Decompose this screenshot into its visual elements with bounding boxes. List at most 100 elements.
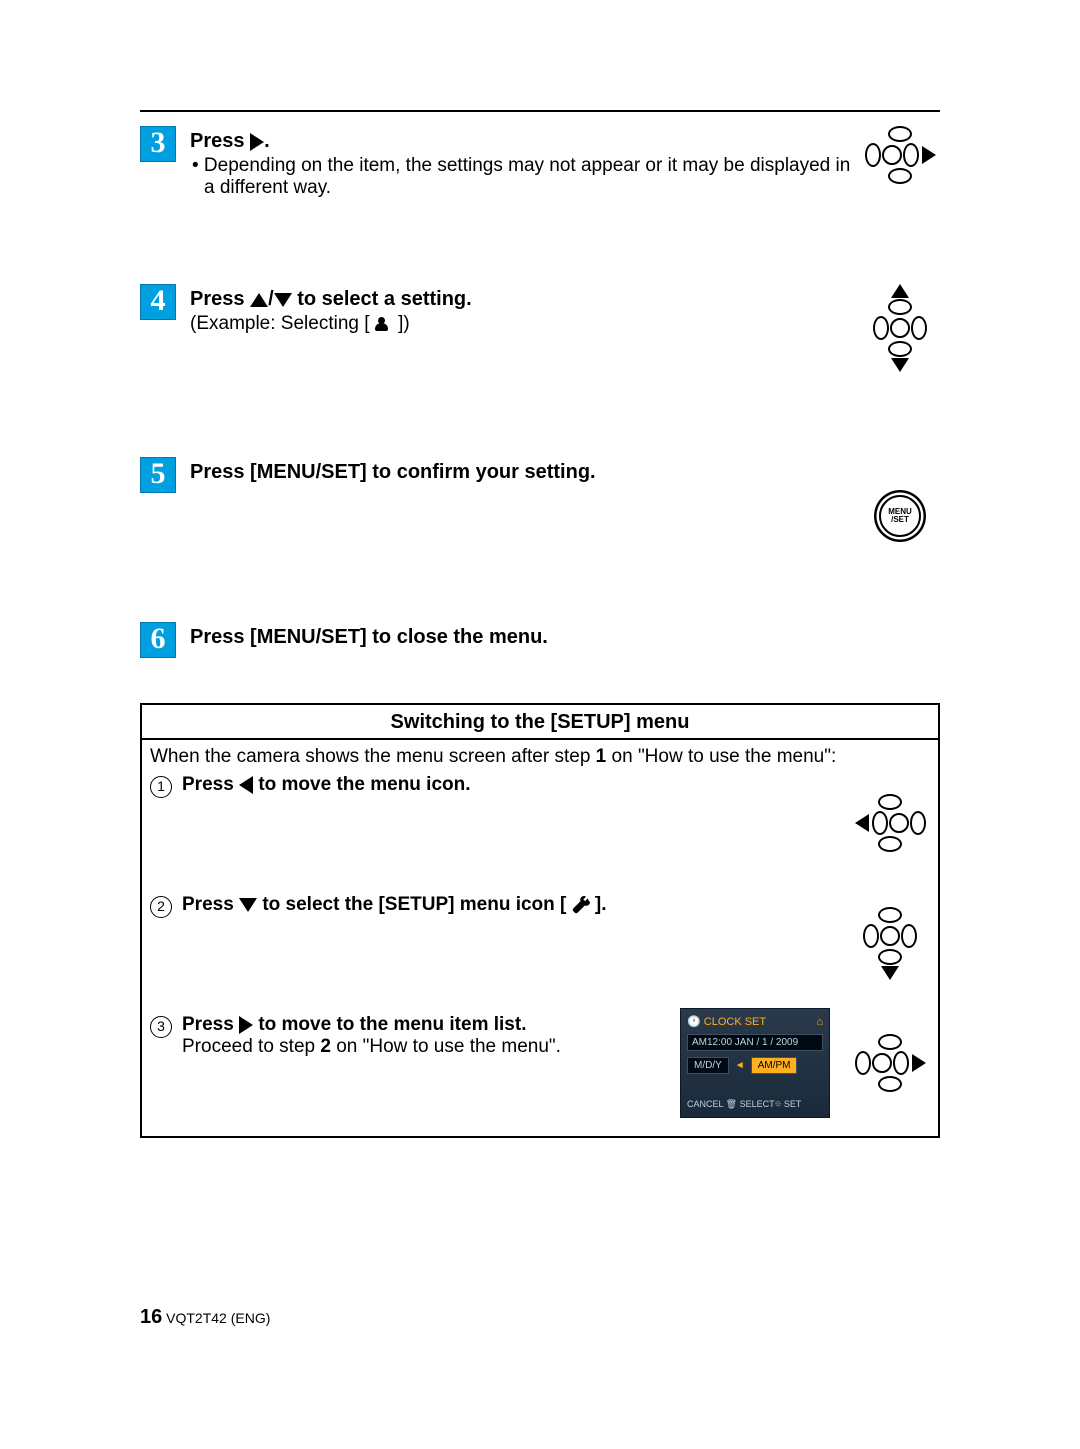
sub2-text: Press to select the [SETUP] menu icon [ … [182,894,607,916]
sub-step-1-block: 1 Press to move the menu icon. [150,768,930,888]
sub1-prefix: Press [182,774,239,795]
box-body: When the camera shows the menu screen af… [142,740,938,1136]
step3-title-prefix: Press [190,130,250,152]
pad-oval-icon [882,145,902,165]
left-caret-icon: ◄ [735,1060,745,1071]
step3-title: Press . [190,130,860,153]
sub3-body-step: 2 [320,1036,331,1057]
sub3-prefix: Press [182,1014,239,1035]
up-triangle-icon [891,284,909,298]
down-triangle-icon [891,358,909,372]
sub1-text: Press to move the menu icon. [182,774,471,796]
shot-fmt2: AM/PM [751,1057,798,1074]
sub2-mid: to select the [SETUP] menu icon [ [257,894,572,915]
step-number-badge: 3 [140,126,176,162]
step-body: Press [MENU/SET] to confirm your setting… [190,457,860,486]
step-5: 5 Press [MENU/SET] to confirm your setti… [140,457,940,537]
pad-oval-icon [880,926,900,946]
box-intro: When the camera shows the menu screen af… [150,746,930,768]
right-triangle-icon [239,1016,253,1034]
circled-number: 1 [150,776,172,798]
sub2-prefix: Press [182,894,239,915]
step-body: Press / to select a setting. (Example: S… [190,284,860,335]
pad-oval-icon [872,811,888,835]
step-4: 4 Press / to select a setting. (Example:… [140,284,940,372]
manual-page: 3 Press . • Depending on the item, the s… [0,0,1080,1449]
step-6: 6 Press [MENU/SET] to close the menu. [140,622,940,658]
pad-oval-icon [878,836,902,852]
sub-step-3-block: 3 Press to move to the menu item list. P… [150,1008,930,1118]
menu-set-button-icon: MENU /SET [879,495,921,537]
shot-format-row: M/D/Y ◄ AM/PM [687,1057,823,1074]
home-icon: ⌂ [816,1016,823,1028]
shot-header: 🕐 CLOCK SET ⌂ [687,1015,823,1028]
pad-oval-icon [888,126,912,142]
sub3-text: Press to move to the menu item list. Pro… [182,1014,680,1058]
step-body: Press . • Depending on the item, the set… [190,126,860,199]
up-triangle-icon [250,293,268,307]
sub3-body-a: Proceed to step [182,1036,320,1057]
sub1-controller-icon [850,768,930,878]
pad-oval-icon [855,1051,871,1075]
step3-controller-icon [860,126,940,184]
step4-example: (Example: Selecting [ ]) [190,313,860,335]
box-intro-b: on "How to use the menu": [606,746,836,767]
sub1-suffix: to move the menu icon. [253,774,470,795]
step4-title-prefix: Press [190,288,250,310]
step3-title-suffix: . [264,130,270,152]
sub-step-2-block: 2 Press to select the [SETUP] menu icon … [150,888,930,1008]
sub2-controller-icon [850,888,930,998]
pad-oval-icon [878,949,902,965]
pad-oval-icon [888,168,912,184]
step4-title-suffix: to select a setting. [297,288,472,310]
step-number-badge: 6 [140,622,176,658]
setup-menu-box: Switching to the [SETUP] menu When the c… [140,703,940,1138]
pad-oval-icon [910,811,926,835]
face-detection-icon [375,317,393,331]
pad-oval-icon [888,299,912,315]
right-triangle-icon [912,1054,926,1072]
box-intro-a: When the camera shows the menu screen af… [150,746,596,767]
sub-step-1: 1 Press to move the menu icon. [150,774,471,798]
doc-code: VQT2T42 (ENG) [166,1310,270,1326]
top-rule [140,110,940,112]
step-number-badge: 4 [140,284,176,320]
shot-time-row: AM12:00 JAN / 1 / 2009 [687,1034,823,1051]
pad-oval-icon [878,1076,902,1092]
step-number-badge: 5 [140,457,176,493]
wrench-icon [572,896,590,914]
sub3-suffix: to move to the menu item list. [253,1014,526,1035]
step5-menuset-icon: MENU /SET [860,457,940,537]
shot-title: CLOCK SET [704,1016,766,1028]
step4-controller-icon [860,284,940,372]
circled-number: 3 [150,1016,172,1038]
menuset-bot: /SET [891,516,909,524]
pad-oval-icon [878,794,902,810]
pad-oval-icon [888,341,912,357]
pad-oval-icon [889,813,909,833]
circled-number: 2 [150,896,172,918]
pad-oval-icon [873,316,889,340]
sub3-body-b: on "How to use the menu". [331,1036,561,1057]
step-3: 3 Press . • Depending on the item, the s… [140,126,940,199]
step4-example-suffix: ]) [393,313,410,334]
down-triangle-icon [239,898,257,912]
pad-oval-icon [893,1051,909,1075]
sub2-suffix: ]. [590,894,607,915]
camera-screenshot: 🕐 CLOCK SET ⌂ AM12:00 JAN / 1 / 2009 M/D… [680,1008,830,1118]
pad-oval-icon [865,143,881,167]
sub-step-2: 2 Press to select the [SETUP] menu icon … [150,894,607,918]
step-body: Press [MENU/SET] to close the menu. [190,622,940,651]
step4-title: Press / to select a setting. [190,288,860,311]
shot-fmt1: M/D/Y [687,1057,729,1074]
pad-oval-icon [878,1034,902,1050]
pad-oval-icon [890,318,910,338]
page-footer: 16 VQT2T42 (ENG) [140,1306,270,1329]
sub-step-3: 3 Press to move to the menu item list. P… [150,1014,680,1058]
step3-bullet: • Depending on the item, the settings ma… [190,155,860,199]
shot-footer: CANCEL 🗑 SELECT⯐ SET [687,1097,823,1113]
page-number: 16 [140,1306,162,1328]
box-title: Switching to the [SETUP] menu [142,705,938,740]
pad-oval-icon [911,316,927,340]
sub3-controller-icon [850,1034,930,1092]
